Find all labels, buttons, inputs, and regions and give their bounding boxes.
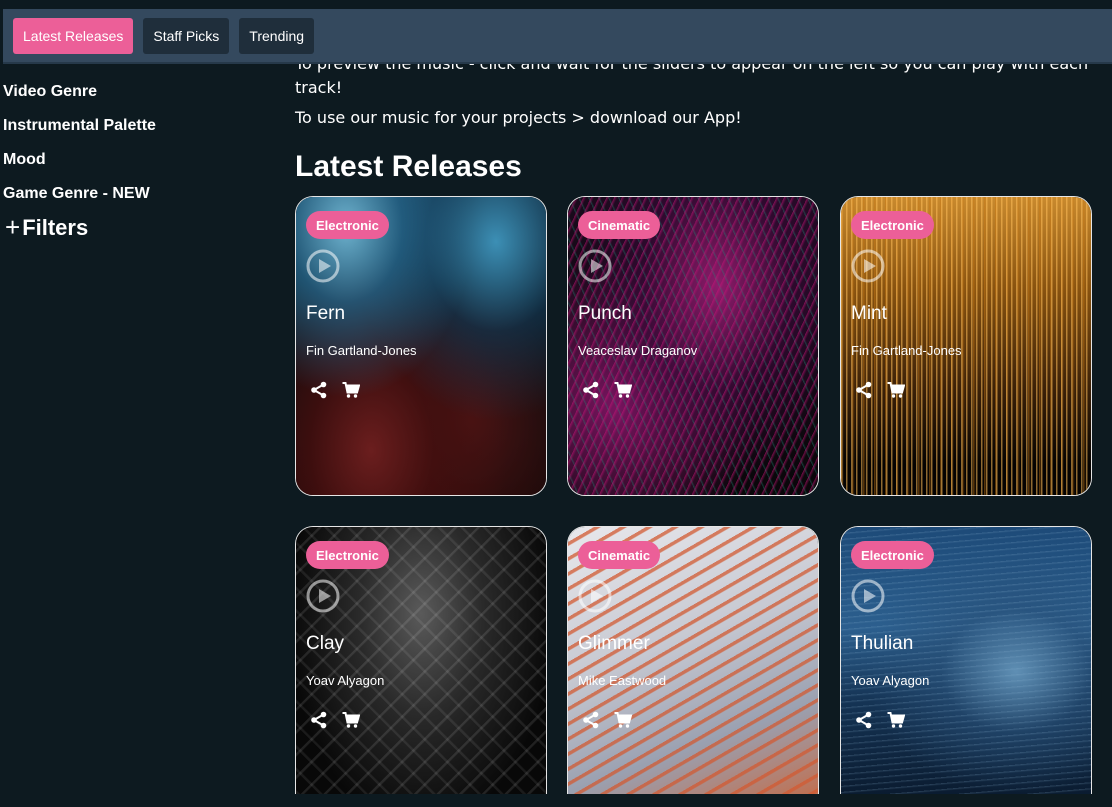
artist-name[interactable]: Fin Gartland-Jones <box>851 343 962 358</box>
sidebar: Video Genre Instrumental Palette Mood Ga… <box>3 80 156 243</box>
sidebar-item-mood[interactable]: Mood <box>3 148 156 182</box>
track-card-thulian[interactable]: Electronic Thulian Yoav Alyagon <box>840 526 1092 807</box>
card-actions <box>310 711 360 729</box>
play-icon[interactable] <box>851 579 885 613</box>
plus-icon: + <box>5 212 21 242</box>
filters-label: Filters <box>22 214 89 240</box>
track-card-clay[interactable]: Electronic Clay Yoav Alyagon <box>295 526 547 807</box>
cart-icon[interactable] <box>342 711 360 729</box>
share-icon[interactable] <box>310 381 328 399</box>
play-icon[interactable] <box>578 579 612 613</box>
cart-icon[interactable] <box>887 711 905 729</box>
genre-badge[interactable]: Electronic <box>306 541 389 569</box>
track-title[interactable]: Fern <box>306 303 345 325</box>
genre-badge[interactable]: Cinematic <box>578 211 661 239</box>
card-artwork <box>841 527 1091 807</box>
card-artwork <box>296 527 546 807</box>
tab-staff-picks[interactable]: Staff Picks <box>143 17 230 54</box>
artist-name[interactable]: Mike Eastwood <box>578 673 666 688</box>
cart-icon[interactable] <box>342 381 360 399</box>
section-title: Latest Releases <box>295 150 522 183</box>
cart-icon[interactable] <box>614 381 632 399</box>
track-title[interactable]: Thulian <box>851 633 913 655</box>
cart-icon[interactable] <box>887 381 905 399</box>
intro-line1-end: track! <box>295 78 343 97</box>
play-icon[interactable] <box>578 249 612 283</box>
card-artwork <box>568 527 818 807</box>
track-title[interactable]: Glimmer <box>578 633 650 655</box>
release-tabs: Latest Releases Staff Picks Trending <box>3 9 1112 64</box>
share-icon[interactable] <box>855 381 873 399</box>
share-icon[interactable] <box>582 381 600 399</box>
sidebar-item-instrumental-palette[interactable]: Instrumental Palette <box>3 114 156 148</box>
genre-badge[interactable]: Electronic <box>306 211 389 239</box>
intro-download-line: To use our music for your projects > dow… <box>295 108 742 127</box>
track-card-glimmer[interactable]: Cinematic Glimmer Mike Eastwood <box>567 526 819 807</box>
track-title[interactable]: Mint <box>851 303 887 325</box>
artist-name[interactable]: Fin Gartland-Jones <box>306 343 417 358</box>
artist-name[interactable]: Veaceslav Draganov <box>578 343 697 358</box>
sidebar-item-video-genre[interactable]: Video Genre <box>3 80 156 114</box>
genre-badge[interactable]: Electronic <box>851 211 934 239</box>
artist-name[interactable]: Yoav Alyagon <box>306 673 384 688</box>
card-actions <box>582 381 632 399</box>
play-icon[interactable] <box>306 579 340 613</box>
card-actions <box>855 711 905 729</box>
tab-trending[interactable]: Trending <box>239 17 315 54</box>
card-actions <box>582 711 632 729</box>
play-icon[interactable] <box>306 249 340 283</box>
share-icon[interactable] <box>855 711 873 729</box>
genre-badge[interactable]: Electronic <box>851 541 934 569</box>
cart-icon[interactable] <box>614 711 632 729</box>
tab-latest-releases[interactable]: Latest Releases <box>13 17 134 54</box>
track-card-fern[interactable]: Electronic Fern Fin Gartland-Jones <box>295 196 547 496</box>
sidebar-item-game-genre[interactable]: Game Genre - NEW <box>3 182 156 216</box>
track-card-mint[interactable]: Electronic Mint Fin Gartland-Jones <box>840 196 1092 496</box>
page-bottom-edge <box>0 794 1112 807</box>
play-icon[interactable] <box>851 249 885 283</box>
track-title[interactable]: Clay <box>306 633 344 655</box>
share-icon[interactable] <box>582 711 600 729</box>
track-card-punch[interactable]: Cinematic Punch Veaceslav Draganov <box>567 196 819 496</box>
filters-toggle[interactable]: + Filters <box>3 212 156 243</box>
track-title[interactable]: Punch <box>578 303 632 325</box>
card-actions <box>855 381 905 399</box>
artist-name[interactable]: Yoav Alyagon <box>851 673 929 688</box>
genre-badge[interactable]: Cinematic <box>578 541 661 569</box>
share-icon[interactable] <box>310 711 328 729</box>
card-actions <box>310 381 360 399</box>
